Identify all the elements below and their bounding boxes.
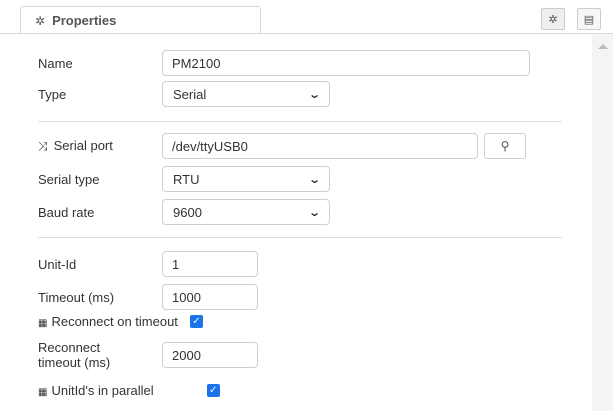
baud-rate-value: 9600 (173, 204, 202, 220)
unit-id-row: Unit-Id 1 (38, 251, 258, 277)
grid-icon: ▦ (38, 318, 48, 329)
reconnect-on-timeout-label: ▦ Reconnect on timeout (38, 314, 178, 329)
scroll-up-arrow[interactable] (598, 44, 608, 49)
gear-icon: ✲ (548, 13, 558, 26)
tab-divider (0, 33, 613, 34)
baud-rate-label: Baud rate (38, 204, 95, 220)
tab-bar: ✲ Properties ✲ ▤ (0, 0, 613, 34)
serial-type-row: Serial type RTU ⌄ (38, 166, 330, 192)
document-icon: ▤ (583, 13, 595, 26)
serial-port-input[interactable]: /dev/ttyUSB0 (162, 133, 478, 159)
serial-port-label: ⤨ Serial port (38, 138, 113, 153)
type-value: Serial (173, 86, 207, 102)
scrollbar[interactable] (592, 34, 613, 411)
reconnect-on-timeout-row: ▦ Reconnect on timeout ✓ (38, 314, 203, 329)
timeout-input[interactable]: 1000 (162, 284, 258, 310)
reconnect-on-timeout-checkbox[interactable]: ✓ (189, 315, 203, 328)
baud-rate-row: Baud rate 9600 ⌄ (38, 199, 330, 225)
reconnect-timeout-label: Reconnect timeout (ms) (38, 340, 111, 370)
serial-type-select[interactable]: RTU ⌄ (162, 166, 330, 192)
unit-id-label: Unit-Id (38, 256, 77, 272)
type-row: Type Serial ⌄ (38, 81, 330, 107)
serial-port-row: ⤨ Serial port /dev/ttyUSB0 ⚲ (38, 133, 526, 159)
shuffle-icon: ⤨ (38, 139, 48, 153)
chevron-down-icon: ⌄ (307, 206, 321, 219)
chevron-down-icon: ⌄ (307, 88, 321, 101)
reconnect-timeout-row: Reconnect timeout (ms) 2000 (38, 340, 258, 370)
description-button[interactable]: ▤ (577, 8, 601, 30)
section-divider (38, 237, 562, 238)
unitids-parallel-label: ▦ UnitId's in parallel (38, 383, 154, 398)
timeout-row: Timeout (ms) 1000 (38, 284, 258, 310)
unitids-parallel-row: ▦ UnitId's in parallel ✓ (38, 383, 220, 398)
unitids-parallel-checkbox[interactable]: ✓ (206, 384, 220, 397)
grid-icon: ▦ (38, 387, 48, 398)
name-label: Name (38, 55, 73, 71)
gear-icon: ✲ (35, 13, 46, 28)
section-divider (38, 121, 562, 122)
unit-id-input[interactable]: 1 (162, 251, 258, 277)
name-row: Name PM2100 (38, 50, 530, 76)
type-select[interactable]: Serial ⌄ (162, 81, 330, 107)
type-label: Type (38, 86, 67, 102)
reconnect-timeout-input[interactable]: 2000 (162, 342, 258, 368)
baud-rate-select[interactable]: 9600 ⌄ (162, 199, 330, 225)
tab-properties[interactable]: ✲ Properties (20, 6, 261, 34)
serial-type-value: RTU (173, 171, 200, 187)
search-icon: ⚲ (500, 139, 510, 153)
tab-properties-label: Properties (52, 13, 117, 28)
search-ports-button[interactable]: ⚲ (484, 133, 526, 159)
timeout-label: Timeout (ms) (38, 289, 115, 305)
chevron-down-icon: ⌄ (307, 173, 321, 186)
serial-type-label: Serial type (38, 171, 100, 187)
name-input[interactable]: PM2100 (162, 50, 530, 76)
settings-button[interactable]: ✲ (541, 8, 565, 30)
